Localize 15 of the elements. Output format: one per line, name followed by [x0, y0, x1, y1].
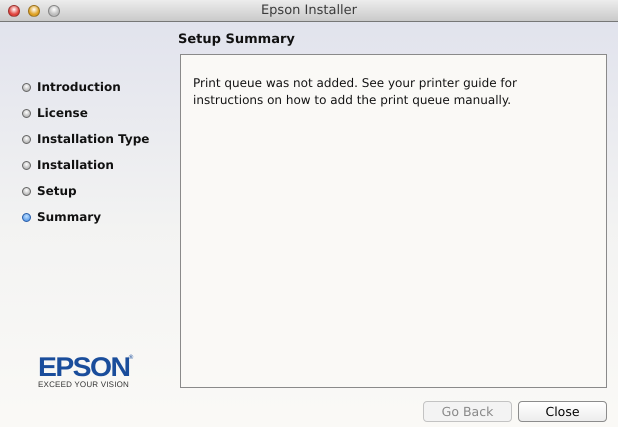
zoom-icon[interactable] — [48, 4, 60, 16]
step-label: Installation — [37, 158, 114, 172]
brand-tagline: EXCEED YOUR VISION — [38, 380, 130, 389]
window-title: Epson Installer — [260, 3, 358, 18]
dialog-button[interactable]: Close — [518, 401, 607, 422]
minimize-icon[interactable] — [28, 4, 40, 16]
step-label: License — [37, 106, 88, 120]
page-heading: Setup Summary — [178, 32, 296, 47]
summary-message: Print queue was not added. See your printer guide for instructions on how to add the print queue manually. — [193, 75, 518, 109]
step-label: Introduction — [37, 80, 121, 94]
close-icon[interactable] — [8, 4, 20, 16]
step-label: Summary — [37, 210, 102, 224]
step-label: Setup — [37, 184, 77, 198]
step-label: Installation Type — [37, 132, 150, 146]
brand-logo: EPSON — [38, 354, 130, 380]
